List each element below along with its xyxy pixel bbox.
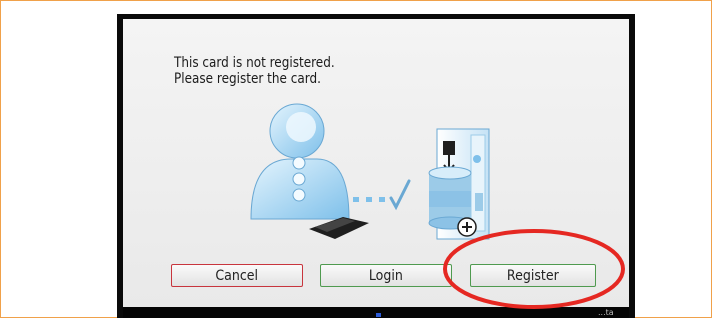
status-corner-text: ...ta [598,308,614,317]
panel-screen: This card is not registered. Please regi… [123,19,629,307]
registration-illustration [250,103,490,240]
message-line-1: This card is not registered. [174,55,335,71]
register-button[interactable]: Register [470,264,596,287]
checkmark-icon [389,179,411,211]
message-text: This card is not registered. Please regi… [174,55,335,87]
login-button-label: Login [368,267,404,284]
message-line-2: Please register the card. [174,71,321,87]
login-button[interactable]: Login [320,264,452,287]
cancel-button[interactable]: Cancel [171,264,303,287]
user-card-icon [250,103,369,239]
status-indicator [376,313,381,317]
cancel-button-label: Cancel [215,267,259,284]
server-database-icon [428,128,490,240]
register-button-label: Register [507,267,559,284]
progress-dots [353,197,385,202]
